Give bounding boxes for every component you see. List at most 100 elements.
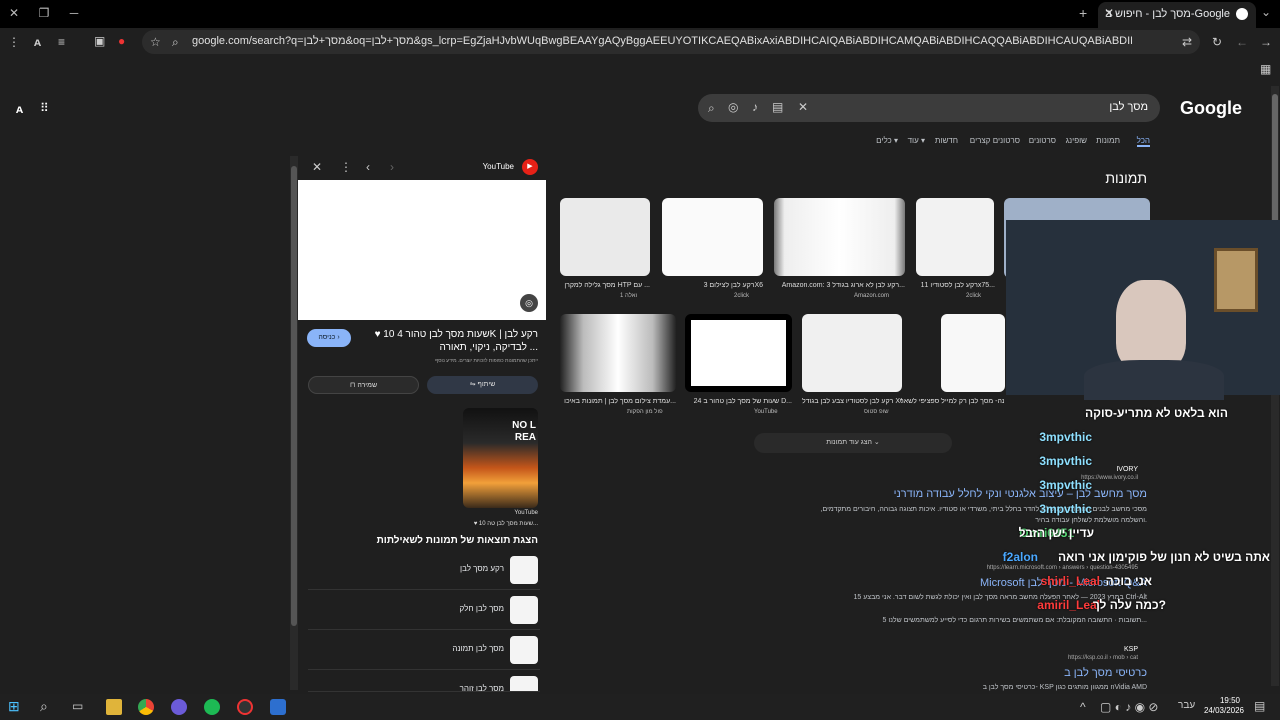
lens-search-icon[interactable]: ◎ (520, 294, 538, 312)
image-caption[interactable]: 24 שעות של מסך לבן טהור ב D... (685, 398, 792, 405)
image-thumb[interactable] (916, 198, 994, 276)
tab-tools[interactable]: כלים ▾ (876, 136, 898, 145)
mic-icon[interactable]: ♪ (752, 100, 758, 114)
tab-title: מסך לבן - חיפוש ב-Google (1105, 8, 1230, 20)
preview-image[interactable]: ◎ (298, 180, 546, 320)
google-logo[interactable]: Google (1180, 98, 1242, 119)
tab-search-icon[interactable]: ⌄ (1258, 5, 1274, 19)
tray-icons[interactable]: ▢ ◐ ♪ ◉ ⊘ (1100, 700, 1158, 714)
translate-page-icon[interactable]: ᴀ (16, 102, 23, 116)
menu-icon[interactable]: ⋮ (8, 35, 20, 49)
tab-all[interactable]: הכל (1136, 136, 1150, 147)
search-icon[interactable]: ⌕ (708, 101, 715, 116)
search-box[interactable]: ⌕ ◎ ♪ ▤ ✕ מסך לבן (698, 94, 1160, 122)
more-options-icon[interactable]: ⋮ (340, 160, 352, 174)
panel-title[interactable]: ♥ 10 שעות מסך לבן טהור 4K | רקע לבן לבדי… (370, 328, 538, 354)
image-thumb[interactable] (802, 314, 902, 392)
extension-red-icon[interactable]: ● (118, 34, 125, 48)
tab-shopping[interactable]: שופינג (1066, 136, 1087, 145)
image-caption[interactable]: Amazon.com: רקע לבן לא ארוג בגודל 3... (774, 282, 905, 289)
image-caption[interactable]: רקע לבן לצילום 3X6 (662, 282, 763, 289)
chrome-icon[interactable] (138, 699, 154, 715)
image-thumb[interactable] (685, 314, 792, 392)
lens-icon[interactable]: ◎ (728, 100, 738, 114)
notifications-icon[interactable]: ▤ (1254, 699, 1265, 713)
result-url[interactable]: https://ksp.co.il › mob › cat (1068, 655, 1138, 661)
image-caption[interactable]: מסך גלילה למקרן HTP עם ... (560, 282, 650, 289)
result-site[interactable]: KSP (1124, 646, 1138, 653)
obs-icon[interactable] (237, 699, 253, 715)
image-thumb[interactable] (774, 198, 905, 276)
chat-message: הוא בלאט לא מתריע-סוקה (1085, 406, 1228, 420)
keyboard-icon[interactable]: ▤ (772, 100, 783, 114)
app-icon[interactable] (270, 699, 286, 715)
tab-videos[interactable]: סרטונים (1029, 136, 1056, 145)
start-icon[interactable]: ⊞ (8, 698, 20, 715)
tray-expand-icon[interactable]: ^ (1080, 700, 1086, 714)
related-heading: הצגת תוצאות של תמונות לשאילתות (376, 535, 538, 546)
image-thumb[interactable] (560, 314, 676, 392)
related-video-title[interactable]: ♥ 10 שעות מסך לבן טה... (474, 521, 538, 527)
apps-grid-icon[interactable]: ▦ (1260, 62, 1271, 76)
share-button[interactable]: ⇋ שיתוף (427, 376, 538, 394)
search-query[interactable]: מסך לבן (1109, 101, 1148, 113)
close-panel-icon[interactable]: ✕ (312, 160, 322, 174)
search-tabs: הכל תמונות שופינג סרטונים סרטונים קצרים … (870, 136, 1150, 150)
spotify-icon[interactable] (204, 699, 220, 715)
reading-list-icon[interactable]: ≡ (58, 35, 65, 49)
install-icon[interactable]: ⇄ (1182, 35, 1192, 49)
bookmark-star-icon[interactable]: ☆ (150, 35, 161, 49)
file-explorer-icon[interactable] (106, 699, 122, 715)
search-icon[interactable]: ⌕ (40, 698, 48, 715)
image-caption[interactable]: בעיה תמונה- מסך לבן רק למייל ספציפי לשאר… (900, 398, 1004, 405)
related-query-thumb (510, 676, 538, 691)
translate-icon[interactable]: ᴀ (34, 35, 41, 49)
panel-scrollbar[interactable] (290, 156, 298, 690)
image-thumb[interactable] (560, 198, 650, 276)
visit-button[interactable]: כניסה › (307, 329, 351, 347)
tab-short-videos[interactable]: סרטונים קצרים (970, 136, 1020, 145)
next-icon[interactable]: › (390, 160, 394, 174)
task-view-icon[interactable]: ▭ (72, 699, 83, 713)
close-window-icon[interactable]: ✕ (6, 6, 22, 20)
browser-tab[interactable]: ✕ מסך לבן - חיפוש ב-Google (1098, 2, 1256, 28)
image-caption[interactable]: רקע לבן לסטודיו צבע לבן בגודל X6... (802, 398, 902, 405)
streamer-face (1116, 280, 1186, 370)
tab-more[interactable]: עוד ▾ (908, 136, 925, 145)
result-title[interactable]: כרטיסי מסך לבן ב (1064, 667, 1147, 679)
reload-icon[interactable]: ↻ (1212, 35, 1222, 49)
prev-icon[interactable]: ‹ (366, 160, 370, 174)
restore-window-icon[interactable]: ❐ (36, 6, 52, 20)
image-thumb[interactable] (662, 198, 763, 276)
chat-message: כמה עלה לך? (1092, 598, 1166, 612)
tab-news[interactable]: חדשות (935, 136, 958, 145)
chat-message: עדיין ישן הזבל (1018, 526, 1094, 540)
image-caption[interactable]: רקע לבן לסטודיו 11x75... (900, 282, 995, 289)
related-query[interactable]: מסך לבן חלק (308, 592, 540, 630)
related-video-thumb[interactable]: NO L REA (463, 408, 538, 508)
related-query[interactable]: מסך לבן זוהר (308, 672, 540, 692)
address-bar[interactable]: ☆ ⌕ google.com/search?q=מסך+לבן&oq=מסך+ל… (142, 30, 1200, 54)
google-apps-icon[interactable]: ⠿ (40, 101, 49, 115)
back-icon[interactable]: ← (1236, 35, 1248, 49)
forward-icon[interactable]: → (1260, 35, 1272, 49)
image-caption[interactable]: עמדת צילום מסך לבן | תמונות באיכו... (560, 398, 676, 405)
language-indicator[interactable]: עבר (1178, 700, 1195, 711)
more-images-button[interactable]: הצג עוד תמונות ⌄ (754, 433, 952, 453)
related-query[interactable]: רקע מסך לבן (308, 552, 540, 590)
minimize-window-icon[interactable]: ─ (66, 6, 82, 20)
clear-icon[interactable]: ✕ (798, 100, 808, 114)
save-button[interactable]: ⊓ שמירה (308, 376, 419, 394)
new-tab-icon[interactable]: + (1079, 5, 1087, 21)
extensions-icon[interactable]: ▣ (94, 34, 105, 48)
clock-time[interactable]: 19:50 (1200, 696, 1240, 705)
discord-icon[interactable] (171, 699, 187, 715)
image-source: YouTube (754, 409, 778, 415)
related-query-thumb (510, 556, 538, 584)
tab-images[interactable]: תמונות (1096, 136, 1120, 145)
clock-date[interactable]: 24/03/2026 (1196, 706, 1244, 715)
related-query[interactable]: מסך לבן תמונה (308, 632, 540, 670)
image-thumb[interactable] (941, 314, 1005, 392)
panel-source[interactable]: YouTube (483, 162, 514, 171)
url-text[interactable]: google.com/search?q=מסך+לבן&oq=מסך+לבן&g… (192, 35, 1132, 47)
